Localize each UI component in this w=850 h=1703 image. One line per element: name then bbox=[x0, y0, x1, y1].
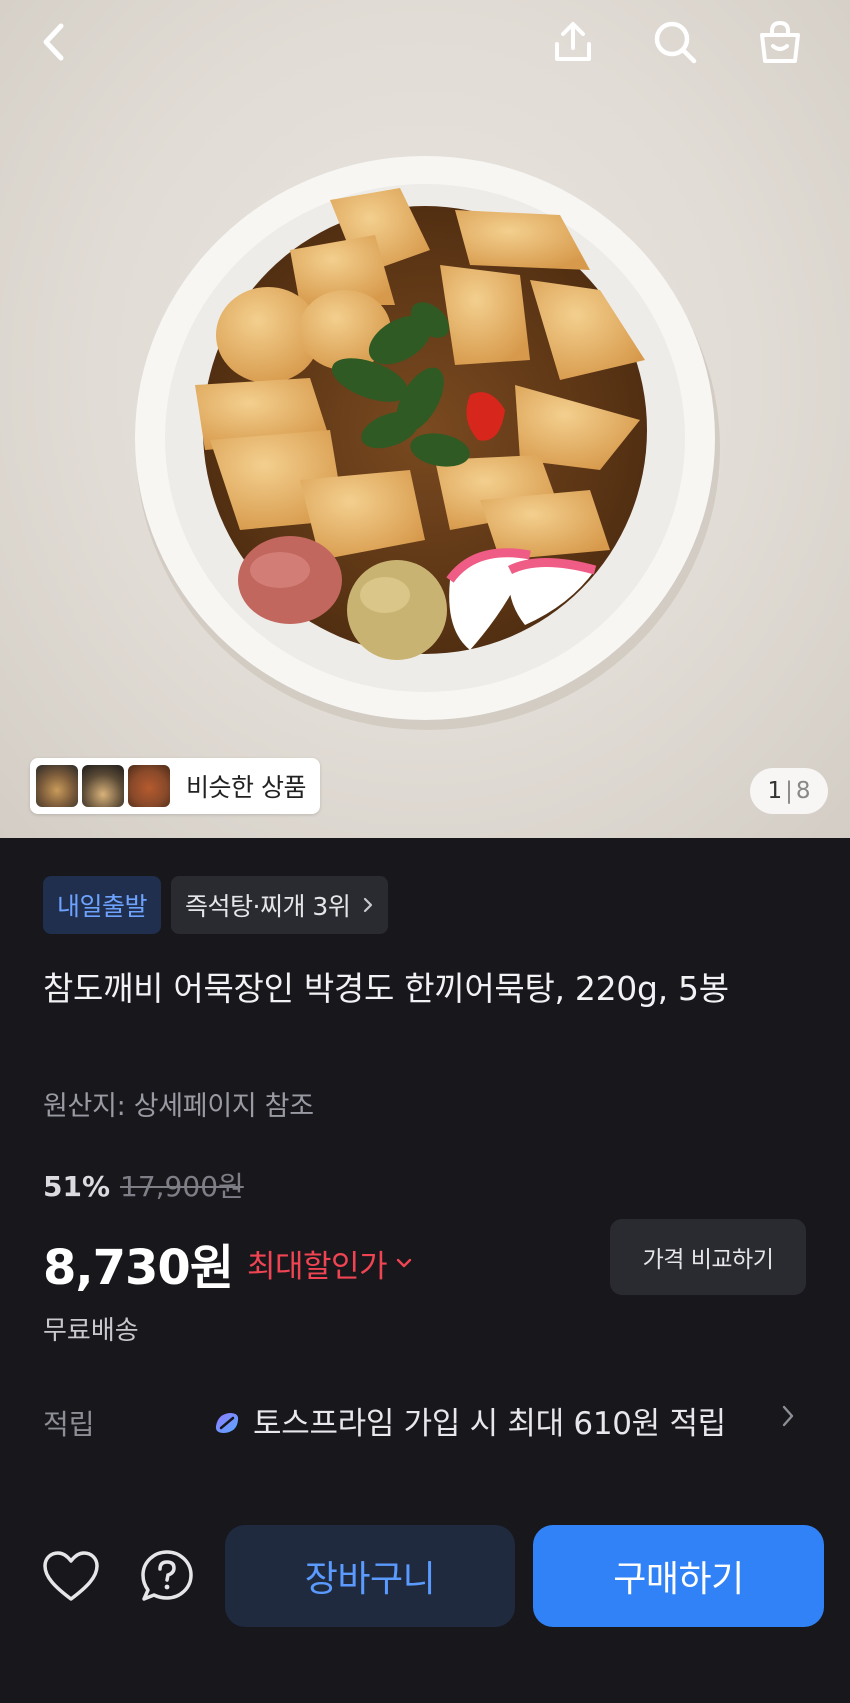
pager-separator: | bbox=[785, 778, 793, 804]
pager-total: 8 bbox=[795, 778, 811, 804]
back-button[interactable] bbox=[22, 10, 86, 74]
product-badges: 내일출발 즉석탕·찌개 3위 bbox=[43, 876, 389, 934]
points-offer-text: 토스프라임 가입 시 최대 610원 적립 bbox=[253, 1406, 726, 1442]
product-image-gallery[interactable]: 비슷한 상품 1 | 8 bbox=[0, 0, 850, 838]
chevron-right-icon[interactable] bbox=[780, 1403, 796, 1429]
original-price: 17,900원 bbox=[120, 1170, 244, 1203]
wishlist-button[interactable] bbox=[36, 1541, 106, 1611]
add-to-cart-button[interactable]: 장바구니 bbox=[225, 1525, 515, 1627]
category-rank-badge[interactable]: 즉석탕·찌개 3위 bbox=[171, 876, 389, 934]
chevron-right-icon bbox=[364, 897, 373, 913]
image-pager: 1 | 8 bbox=[750, 768, 828, 814]
category-rank-label: 즉석탕·찌개 3위 bbox=[185, 892, 351, 921]
search-icon bbox=[654, 21, 697, 64]
similar-thumb-3 bbox=[128, 765, 170, 807]
product-title: 참도깨비 어묵장인 박경도 한끼어묵탕, 220g, 5봉 bbox=[43, 969, 729, 1008]
price-compare-button[interactable]: 가격 비교하기 bbox=[610, 1219, 806, 1295]
max-discount-label: 최대할인가 bbox=[247, 1248, 388, 1285]
share-icon bbox=[555, 22, 591, 61]
shipping-info: 무료배송 bbox=[43, 1316, 139, 1346]
similar-thumb-2 bbox=[82, 765, 124, 807]
pager-current: 1 bbox=[767, 778, 783, 804]
share-button[interactable] bbox=[541, 10, 605, 74]
similar-products-label: 비슷한 상품 bbox=[186, 773, 306, 802]
shopping-bag-icon bbox=[760, 20, 800, 63]
bottom-action-bar: 장바구니 구매하기 bbox=[0, 1510, 850, 1703]
cart-icon-button[interactable] bbox=[748, 10, 812, 74]
search-button[interactable] bbox=[643, 10, 707, 74]
chevron-left-icon bbox=[43, 23, 64, 61]
product-origin: 원산지: 상세페이지 참조 bbox=[43, 1091, 314, 1122]
points-offer[interactable]: 토스프라임 가입 시 최대 610원 적립 bbox=[212, 1396, 732, 1452]
price-row: 8,730원 최대할인가 bbox=[43, 1228, 413, 1298]
chevron-down-icon bbox=[396, 1258, 412, 1268]
product-photo bbox=[135, 156, 720, 730]
similar-thumb-1 bbox=[36, 765, 78, 807]
buy-now-button[interactable]: 구매하기 bbox=[533, 1525, 824, 1627]
similar-products-button[interactable]: 비슷한 상품 bbox=[30, 758, 320, 814]
discount-row: 51% 17,900원 bbox=[43, 1165, 244, 1205]
delivery-badge: 내일출발 bbox=[43, 876, 162, 934]
max-discount-toggle[interactable]: 최대할인가 bbox=[247, 1241, 413, 1286]
heart-icon bbox=[43, 1551, 99, 1601]
sale-price: 8,730원 bbox=[43, 1240, 234, 1296]
discount-rate: 51% bbox=[43, 1170, 111, 1203]
points-label: 적립 bbox=[43, 1408, 95, 1441]
question-icon bbox=[141, 1550, 193, 1601]
help-button[interactable] bbox=[132, 1541, 202, 1611]
